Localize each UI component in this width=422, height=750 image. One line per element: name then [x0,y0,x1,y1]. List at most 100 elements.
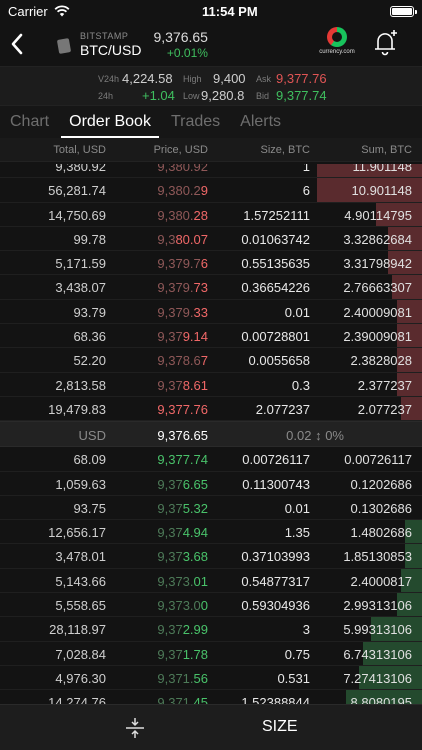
ask-row[interactable]: 93.79 9,379.33 0.01 2.40009081 [0,299,422,325]
row-total: 56,281.74 [48,183,106,199]
row-price: 9,379.33 [157,305,208,320]
row-sum: 2.99313106 [343,598,412,614]
exchange-icon [56,38,72,54]
row-sum: 8.8080195 [350,695,412,704]
header-change: +0.01% [166,45,208,60]
row-sum: 0.1202686 [350,476,412,492]
price-suffix: 2.99 [182,622,208,638]
row-sum: 0.1302686 [350,500,412,516]
row-price: 9,371.78 [157,647,208,662]
ask-row[interactable]: 56,281.74 9,380.29 6 10.901148 [0,178,422,203]
ask-row[interactable]: 2,813.58 9,378.61 0.3 2.377237 [0,372,422,397]
row-sum: 0.00726117 [344,452,412,468]
bid-row[interactable]: 14,274.76 9,371.45 1.52388844 8.8080195 [0,690,422,704]
bid-row[interactable]: 5,143.66 9,373.01 0.54877317 2.4000817 [0,568,422,594]
pair-selector[interactable]: BITSTAMP BTC/USD [56,31,141,58]
currency-com-logo[interactable]: currency.com [317,27,357,63]
price-prefix: 9,380.2 [157,183,201,199]
price-suffix: 73 [193,280,208,296]
tab-chart[interactable]: Chart [10,113,49,138]
row-sum: 2.4000817 [350,573,412,589]
row-price: 9,378.67 [157,353,208,368]
bid-value: 9,377.74 [276,88,327,103]
price-prefix: 9,37 [157,525,183,541]
row-size: 0.00728801 [241,329,310,345]
tab-bar: Chart Order Book Trades Alerts [0,106,422,138]
back-button[interactable] [10,29,32,59]
price-suffix: 3.68 [182,549,208,565]
row-size: 0.00726117 [242,452,310,468]
row-price: 9,374.94 [157,525,208,540]
price-suffix: 9.14 [182,329,208,345]
row-total: 3,478.01 [55,549,106,565]
bid-row[interactable]: 3,478.01 9,373.68 0.37103993 1.85130853 [0,544,422,569]
row-total: 7,028.84 [55,646,106,662]
price-prefix: 9,379. [157,280,194,296]
bid-row[interactable]: 93.75 9,375.32 0.01 0.1302686 [0,496,422,521]
v24h-value: 4,224.58 [122,71,173,86]
ask-row[interactable]: 99.78 9,380.07 0.01063742 3.32862684 [0,226,422,252]
bid-row[interactable]: 1,059.63 9,376.65 0.11300743 0.1202686 [0,472,422,496]
bid-row[interactable]: 68.09 9,377.74 0.00726117 0.00726117 [0,447,422,472]
bid-row[interactable]: 5,558.65 9,373.00 0.59304936 2.99313106 [0,593,422,618]
bid-row[interactable]: 12,656.17 9,374.94 1.35 1.4802686 [0,520,422,545]
row-size: 1.35 [284,525,310,541]
size-toggle-button[interactable]: SIZE [262,718,298,736]
row-size: 0.01063742 [241,231,310,247]
row-price: 9,379.76 [157,256,208,271]
ask-label: Ask [256,74,272,84]
row-price: 9,380.28 [157,208,208,223]
row-sum: 7.27413106 [343,670,412,686]
center-align-icon[interactable] [124,717,146,739]
price-prefix: 9,37 [157,646,183,662]
row-sum: 3.32862684 [343,231,412,247]
row-size: 0.55135635 [241,256,310,272]
ask-row[interactable]: 19,479.83 9,377.76 2.077237 2.077237 [0,396,422,422]
ask-row[interactable]: 14,750.69 9,380.28 1.57252111 4.90114795 [0,202,422,227]
v24h-label: V24h [98,74,120,84]
row-total: 1,059.63 [55,476,106,492]
ask-row[interactable]: 52.20 9,378.67 0.0055658 2.3828028 [0,348,422,373]
price-prefix: 9,37 [157,549,183,565]
row-price: 9,380.29 [157,183,208,198]
row-size: 1.57252111 [243,207,310,223]
column-total: Total, USD [53,144,106,156]
row-sum: 2.39009081 [343,329,412,345]
row-size: 3 [302,622,310,638]
row-total: 12,656.17 [48,525,106,541]
row-size: 2.077237 [255,401,310,417]
tab-trades[interactable]: Trades [171,113,220,138]
order-book[interactable]: 9,380.92 9,380.92 1 11.901148 56,281.74 9,380… [0,164,422,704]
price-prefix: 9,373.0 [157,598,201,614]
add-alert-bell-icon[interactable] [372,28,400,58]
ask-row[interactable]: 68.36 9,379.14 0.00728801 2.39009081 [0,324,422,349]
row-size: 0.531 [277,670,310,686]
price-suffix: 6 [200,256,208,272]
change-24h-value: +1.04 [142,88,175,103]
row-total: 93.79 [73,304,106,320]
row-sum: 6.74313106 [343,646,412,662]
ask-row[interactable]: 5,171.59 9,379.76 0.55135635 3.31798942 [0,251,422,276]
row-total: 5,143.66 [55,573,106,589]
ask-row[interactable]: 9,380.92 9,380.92 1 11.901148 [0,164,422,179]
low-value: 9,280.8 [201,88,245,103]
bid-row[interactable]: 4,976.30 9,371.56 0.531 7.27413106 [0,665,422,691]
mid-currency: USD [78,428,106,444]
row-price: 9,377.74 [157,452,208,467]
bid-row[interactable]: 28,118.97 9,372.99 3 5.99313106 [0,617,422,642]
tab-order-book[interactable]: Order Book [61,113,159,138]
row-total: 93.75 [73,500,106,516]
row-price: 9,378.61 [157,378,208,393]
tab-alerts[interactable]: Alerts [240,113,281,138]
ask-row[interactable]: 3,438.07 9,379.73 0.36654226 2.76663307 [0,275,422,300]
bids-list: 68.09 9,377.74 0.00726117 0.00726117 1,059.6… [0,447,422,704]
row-total: 3,438.07 [55,280,106,296]
bid-row[interactable]: 7,028.84 9,371.78 0.75 6.74313106 [0,641,422,666]
price-prefix: 9,378.6 [157,353,201,369]
row-sum: 4.90114795 [344,207,412,223]
row-price: 9,380.07 [157,232,208,247]
price-suffix: 56 [193,670,208,686]
row-total: 14,274.76 [48,695,106,704]
row-total: 9,380.92 [55,164,106,174]
price-suffix: 01 [193,573,208,589]
